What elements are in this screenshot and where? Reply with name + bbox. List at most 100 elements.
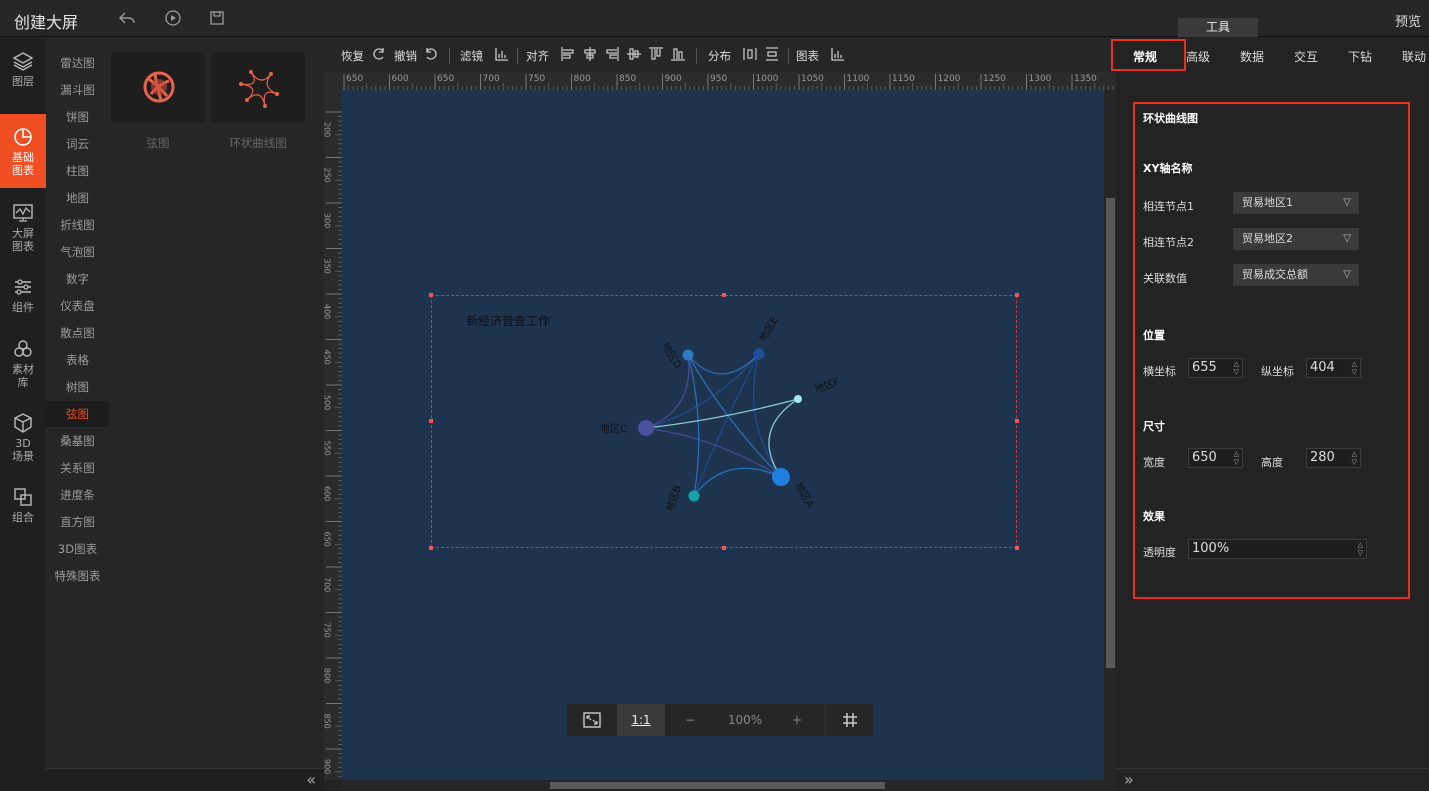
resize-handle[interactable] [722, 293, 726, 297]
resize-handle[interactable] [1015, 419, 1019, 423]
filter-chart-icon[interactable] [494, 46, 510, 62]
category-item[interactable]: 3D图表 [46, 536, 109, 562]
tool-tab[interactable]: 工具 [1178, 18, 1258, 37]
chart-node[interactable] [682, 349, 694, 361]
redo-icon[interactable] [370, 46, 386, 62]
category-item[interactable]: 桑基图 [46, 428, 109, 454]
zoom-in-button[interactable]: + [782, 704, 812, 736]
category-item[interactable]: 直方图 [46, 509, 109, 535]
category-item[interactable]: 气泡图 [46, 239, 109, 265]
category-item[interactable]: 弦图 [46, 401, 109, 427]
rail-combine[interactable]: 组合 [0, 474, 46, 536]
rail-components[interactable]: 组件 [0, 264, 46, 326]
align-button[interactable]: 对齐 [526, 48, 549, 64]
thumb-ring-curve-chart[interactable] [211, 52, 305, 122]
thumb-chord-chart[interactable] [111, 52, 205, 122]
stepper-icon[interactable]: △ ▽ [1352, 360, 1357, 376]
scroll-thumb[interactable] [550, 782, 885, 789]
stepper-icon[interactable]: △ ▽ [1234, 360, 1239, 376]
resize-handle[interactable] [722, 546, 726, 550]
rail-basic-charts[interactable]: 基础图表 [0, 114, 46, 188]
save-icon[interactable] [208, 9, 226, 27]
filter-button[interactable]: 滤镜 [460, 48, 483, 64]
resize-handle[interactable] [429, 293, 433, 297]
category-item[interactable]: 地图 [46, 185, 109, 211]
align-left-icon[interactable] [560, 46, 576, 62]
distribute-h-icon[interactable] [742, 46, 758, 62]
height-input[interactable]: 280 △ ▽ [1306, 448, 1361, 468]
play-icon[interactable] [164, 9, 182, 27]
chart-node[interactable] [688, 490, 700, 502]
align-center-h-icon[interactable] [582, 46, 598, 62]
back-icon[interactable] [118, 9, 136, 27]
tab-data[interactable]: 数据 [1240, 48, 1264, 65]
chart-node[interactable] [794, 395, 802, 403]
resize-handle[interactable] [1015, 546, 1019, 550]
rail-materials[interactable]: 素材库 [0, 326, 46, 398]
category-item[interactable]: 特殊图表 [46, 563, 109, 589]
collapse-left-icon[interactable]: « [306, 770, 316, 789]
category-item[interactable]: 仪表盘 [46, 293, 109, 319]
expand-right-icon[interactable]: » [1124, 770, 1134, 789]
chart-icon[interactable] [830, 46, 846, 62]
category-item[interactable]: 树图 [46, 374, 109, 400]
category-item[interactable]: 折线图 [46, 212, 109, 238]
chart-node[interactable] [638, 420, 654, 436]
grid-toggle-button[interactable] [825, 704, 873, 736]
opacity-input[interactable]: 100% △ ▽ [1188, 539, 1367, 559]
node2-select[interactable]: 贸易地区2 ▽ [1233, 228, 1359, 250]
rail-layers[interactable]: 图层 [0, 38, 46, 100]
align-center-v-icon[interactable] [626, 46, 642, 62]
undo-icon[interactable] [424, 46, 440, 62]
distribute-button[interactable]: 分布 [708, 48, 731, 64]
category-item[interactable]: 柱图 [46, 158, 109, 184]
category-item[interactable]: 散点图 [46, 320, 109, 346]
fit-screen-button[interactable] [567, 704, 617, 736]
category-item[interactable]: 漏斗图 [46, 77, 109, 103]
align-top-icon[interactable] [648, 46, 664, 62]
chart-node[interactable] [772, 468, 790, 486]
rail-big-screen-charts[interactable]: 大屏图表 [0, 190, 46, 262]
redo-button[interactable]: 恢复 [341, 48, 364, 64]
resize-handle[interactable] [429, 419, 433, 423]
x-input[interactable]: 655 △ ▽ [1188, 358, 1243, 378]
stepper-icon[interactable]: △ ▽ [1234, 450, 1239, 466]
align-right-icon[interactable] [604, 46, 620, 62]
actual-size-button[interactable]: 1:1 [617, 704, 665, 736]
category-item[interactable]: 表格 [46, 347, 109, 373]
undo-button[interactable]: 撤销 [394, 48, 417, 64]
divider [696, 48, 697, 64]
rail-3d-scene[interactable]: 3D场景 [0, 400, 46, 474]
category-item[interactable]: 进度条 [46, 482, 109, 508]
horizontal-scrollbar[interactable] [342, 780, 1116, 791]
chart-button[interactable]: 图表 [796, 48, 819, 64]
category-item[interactable]: 饼图 [46, 104, 109, 130]
resize-handle[interactable] [1015, 293, 1019, 297]
preview-button[interactable]: 预览 [1395, 11, 1421, 30]
category-item[interactable]: 词云 [46, 131, 109, 157]
width-input[interactable]: 650 △ ▽ [1188, 448, 1243, 468]
stepper-icon[interactable]: △ ▽ [1352, 450, 1357, 466]
scroll-thumb[interactable] [1106, 198, 1115, 668]
tab-linkage[interactable]: 联动 [1402, 48, 1426, 65]
distribute-v-icon[interactable] [764, 46, 780, 62]
section-title: 环状曲线图 [1143, 112, 1198, 125]
zoom-out-button[interactable]: − [675, 704, 705, 736]
y-input[interactable]: 404 △ ▽ [1306, 358, 1361, 378]
category-item[interactable]: 雷达图 [46, 50, 109, 76]
ring-curve-chart: 地区D 地区E 地区F 地区C 地区A 地区B [600, 314, 842, 513]
align-bottom-icon[interactable] [670, 46, 686, 62]
tab-drilldown[interactable]: 下钻 [1348, 48, 1372, 65]
chart-node-label: 地区F [813, 375, 842, 396]
category-item[interactable]: 数字 [46, 266, 109, 292]
node1-select[interactable]: 贸易地区1 ▽ [1233, 192, 1359, 214]
zoom-level: 100% [727, 713, 763, 727]
stepper-icon[interactable]: △ ▽ [1358, 541, 1363, 557]
tab-advanced[interactable]: 高级 [1186, 48, 1210, 65]
chart-node[interactable] [753, 348, 765, 360]
vertical-scrollbar[interactable] [1104, 90, 1116, 780]
tab-interaction[interactable]: 交互 [1294, 48, 1318, 65]
category-item[interactable]: 关系图 [46, 455, 109, 481]
value-select[interactable]: 贸易成交总额 ▽ [1233, 264, 1359, 286]
resize-handle[interactable] [429, 546, 433, 550]
